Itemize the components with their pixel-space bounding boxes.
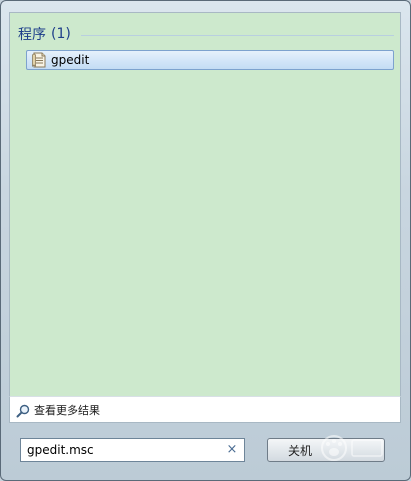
search-icon [16, 403, 30, 417]
document-icon [32, 52, 46, 68]
result-item-gpedit[interactable]: gpedit [26, 50, 394, 70]
group-title: 程序 [18, 27, 46, 43]
search-input[interactable] [21, 440, 217, 460]
see-more-label: 查看更多结果 [34, 403, 100, 417]
clear-search-icon[interactable]: × [226, 443, 238, 456]
group-count: (1) [51, 26, 71, 42]
see-more-results-link[interactable]: 查看更多结果 [9, 396, 401, 423]
search-box[interactable]: × [20, 438, 245, 462]
search-results-panel: 程序 (1) gpedit [9, 12, 401, 396]
results-group-header[interactable]: 程序 (1) [18, 24, 394, 44]
shutdown-button[interactable]: 关机 [267, 438, 385, 462]
group-divider [80, 34, 394, 36]
shutdown-label: 关机 [288, 443, 313, 458]
result-item-label: gpedit [51, 53, 90, 67]
